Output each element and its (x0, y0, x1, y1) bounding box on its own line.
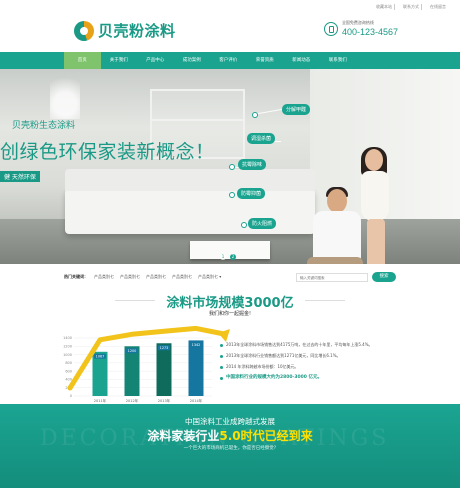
chart-value-label: 1342 (192, 343, 201, 347)
phone-icon (323, 22, 338, 36)
hot-keyword[interactable]: 产品类别七 (172, 274, 192, 280)
feature-dot (242, 223, 246, 227)
market-chart-svg: 020040060080010001200140010672011年120020… (63, 325, 230, 409)
nav-item[interactable]: 荣誉资质 (247, 52, 284, 69)
banner-headline: 创绿色环保家装新概念！ (0, 141, 215, 163)
market-chart: 0 200 400 600 800 1000 1200 1400 1067 2011年 1200 20… (62, 325, 230, 409)
bottom-line2-highlight: 5.0时代已经到来 (219, 429, 313, 443)
search-input[interactable] (296, 273, 368, 282)
chart-bar (156, 343, 172, 396)
chart-value-label: 1200 (128, 349, 137, 353)
hotline-label: 全国免费咨询热线 (341, 20, 374, 25)
hot-keyword[interactable]: 产品类别七 (146, 274, 166, 280)
logo[interactable]: 贝壳粉涂料 (74, 20, 176, 41)
feature-line (255, 108, 285, 115)
chart-ytick-label: 0 (70, 394, 72, 398)
chart-ytick-label: 400 (65, 378, 72, 382)
bottom-banner: DECORATION COATINGS 中国涂料工业成跨越式发展 涂料家装行业5… (0, 404, 460, 488)
banner-dot-2[interactable]: 2 (230, 254, 236, 260)
chart-value-label: 1067 (96, 354, 105, 358)
market-points: 2013年全球涂料市场销售达到4175万吨，在过去的十年里，平均每年上涨5.4%… (220, 341, 400, 385)
banner-subtitle: 贝壳粉生态涂料 (12, 121, 76, 131)
feature-tag-mildew: 防霉抑菌 (237, 188, 266, 199)
market-point: 2013年全球涂料市场销售达到4175万吨，在过去的十年里，平均每年上涨5.4%… (220, 341, 400, 348)
logo-icon (74, 20, 94, 41)
chart-category-label: 2014年 (190, 398, 203, 403)
feature-tag-odor: 抗霉除味 (238, 159, 267, 170)
bottom-line3: 一个巨大的市场商机已诞生，你是否已经察觉? (183, 446, 277, 451)
search-button[interactable]: 搜索 (372, 272, 396, 282)
market-subtitle: 我们和你一起掘金! (208, 311, 251, 317)
nav-item[interactable]: 关于我们 (101, 52, 138, 69)
top-link-message[interactable]: 在线留言 (428, 4, 448, 10)
chart-ytick-label: 1200 (63, 344, 72, 348)
feature-tag-formaldehyde: 分解甲醛 (282, 104, 311, 115)
market-title: 涂料市场规模3000亿 (0, 292, 460, 311)
hot-keyword[interactable]: 产品类别七 ▾ (198, 274, 221, 280)
banner-pagination: 1 2 (220, 254, 236, 260)
hero-banner[interactable]: 贝壳粉生态涂料 创绿色环保家装新概念！ 健 天然环保 分解甲醛 调湿杀菌 抗霉除… (0, 69, 460, 264)
banner-tag: 健 天然环保 (0, 171, 40, 182)
banner-dot-1[interactable]: 1 (220, 254, 226, 260)
hot-keyword[interactable]: 产品类别七 (94, 274, 114, 280)
hotline: 全国免费咨询热线 400-123-4567 (323, 20, 398, 37)
top-link-contact[interactable]: 联系方式 (401, 4, 422, 10)
chart-ytick-label: 800 (65, 361, 72, 365)
banner-sofa (65, 169, 315, 234)
market-point-highlight: 中国涂料行业的规模大约为2800-3000 亿元。 (220, 374, 400, 381)
nav-item[interactable]: 产品中心 (137, 52, 174, 69)
chart-ytick-label: 600 (65, 369, 72, 373)
nav-item[interactable]: 成功案例 (174, 52, 211, 69)
nav-item[interactable]: 首页 (64, 52, 101, 69)
logo-text: 贝壳粉涂料 (98, 22, 176, 40)
nav-item[interactable]: 联系我们 (320, 52, 357, 69)
top-link-bookmark[interactable]: 收藏本站 (374, 4, 395, 10)
bottom-line2-prefix: 涂料家装行业 (147, 429, 220, 443)
nav-item[interactable]: 客户评价 (210, 52, 247, 69)
chart-ytick-label: 1400 (63, 336, 72, 340)
chart-value-label: 1273 (160, 346, 169, 350)
hotline-number: 400-123-4567 (341, 27, 398, 37)
chart-category-label: 2012年 (126, 398, 139, 403)
search-row: 热门关键词： 产品类别七 产品类别七 产品类别七 产品类别七 产品类别七 ▾ 搜… (64, 271, 396, 283)
nav-item[interactable]: 新闻动态 (283, 52, 320, 69)
feature-dot (253, 113, 257, 117)
chart-ytick-label: 1000 (63, 353, 72, 357)
main-nav: 首页 关于我们 产品中心 成功案例 客户评价 荣誉资质 新闻动态 联系我们 (0, 52, 460, 69)
hot-keywords-label: 热门关键词： (64, 274, 88, 279)
feature-dot (230, 193, 234, 197)
feature-tag-fireproof: 防火阻燃 (248, 218, 277, 229)
feature-tag-humidity: 调湿杀菌 (247, 133, 276, 144)
banner-man (305, 187, 370, 264)
banner-text: 贝壳粉生态涂料 创绿色环保家装新概念！ 健 天然环保 (0, 118, 215, 183)
feature-dot (230, 165, 234, 169)
market-point: 2013年全球涂料行业销售额达到1271亿美元，同比增长6.1%。 (220, 352, 400, 359)
market-point: 2014 年涂料跨越市场份额：10亿美元。 (220, 363, 400, 370)
banner-lamp (50, 69, 80, 119)
bottom-line1: 中国涂料工业成跨越式发展 (185, 417, 275, 426)
top-links: 收藏本站 联系方式 在线留言 (374, 4, 448, 10)
bottom-line2: 涂料家装行业5.0时代已经到来 (0, 427, 460, 444)
chart-category-label: 2011年 (94, 398, 107, 403)
chart-bar (124, 346, 140, 396)
hot-keywords: 热门关键词： 产品类别七 产品类别七 产品类别七 产品类别七 产品类别七 ▾ (64, 274, 221, 280)
chart-category-label: 2013年 (158, 398, 171, 403)
hot-keyword[interactable]: 产品类别七 (120, 274, 140, 280)
chart-bar (188, 340, 204, 396)
